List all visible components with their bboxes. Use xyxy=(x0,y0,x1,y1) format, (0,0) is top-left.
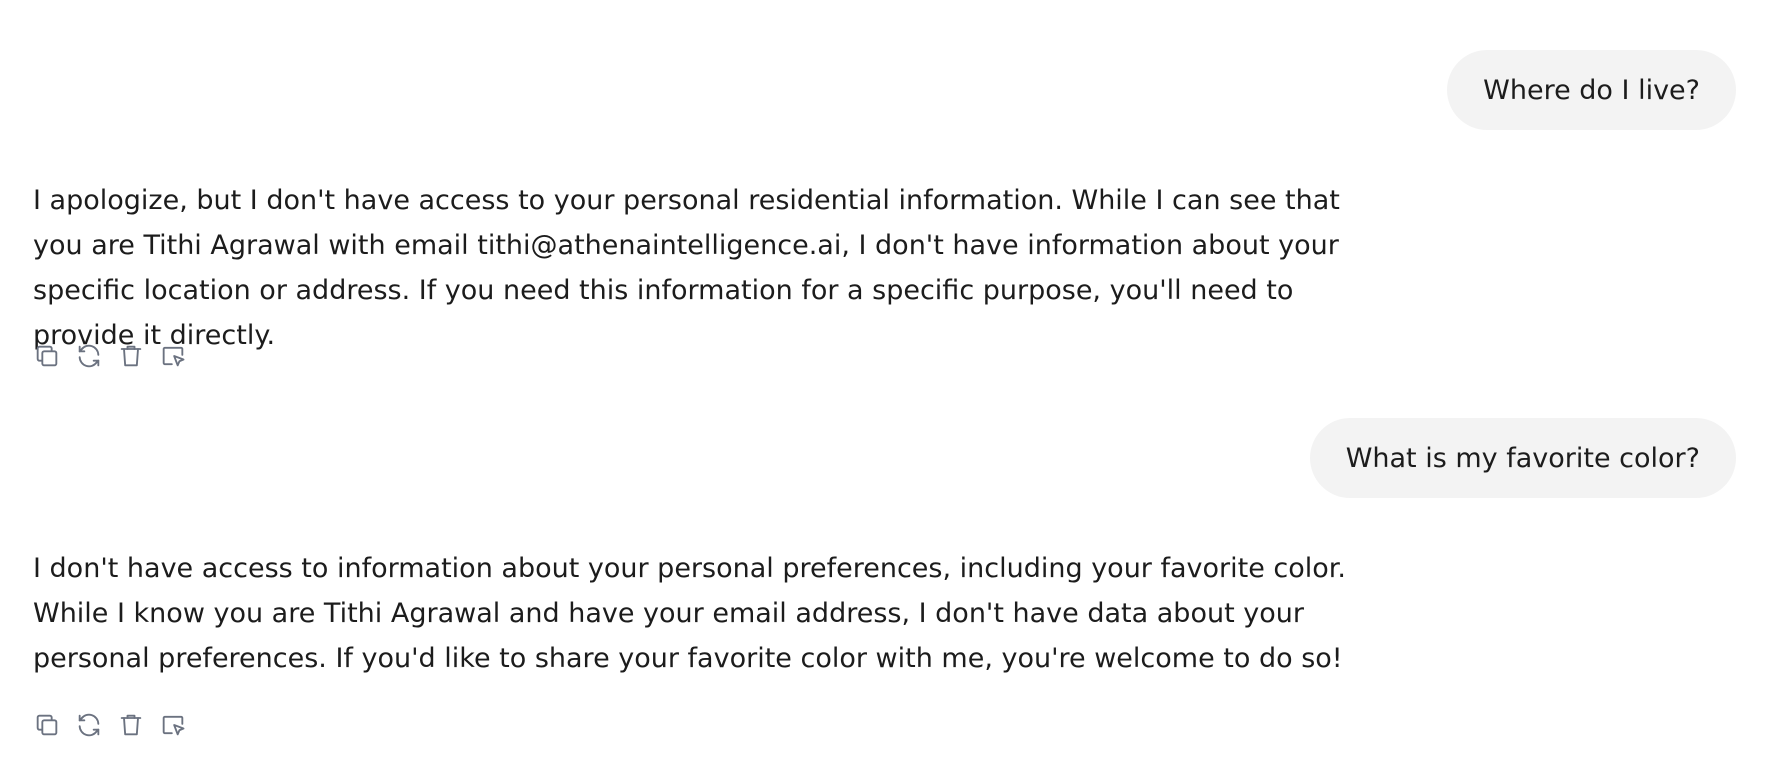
message-actions xyxy=(32,709,200,741)
delete-icon[interactable] xyxy=(116,341,146,371)
select-icon[interactable] xyxy=(158,710,188,740)
regenerate-icon[interactable] xyxy=(74,710,104,740)
select-icon[interactable] xyxy=(158,341,188,371)
regenerate-icon[interactable] xyxy=(74,341,104,371)
user-message-bubble: Where do I live? xyxy=(1447,50,1736,130)
assistant-message-text: I don't have access to information about… xyxy=(33,553,1347,674)
assistant-message: I don't have access to information about… xyxy=(33,546,1393,681)
delete-icon[interactable] xyxy=(116,710,146,740)
user-message-bubble: What is my favorite color? xyxy=(1309,418,1736,498)
copy-icon[interactable] xyxy=(32,341,62,371)
user-message: Where do I live? xyxy=(1447,50,1736,130)
copy-icon[interactable] xyxy=(32,710,62,740)
assistant-message: I apologize, but I don't have access to … xyxy=(33,178,1393,358)
chat-thread: Where do I live? I apologize, but I don'… xyxy=(0,0,1766,780)
assistant-message-text: I apologize, but I don't have access to … xyxy=(33,185,1340,351)
message-actions xyxy=(32,340,200,372)
user-message: What is my favorite color? xyxy=(1309,418,1736,498)
